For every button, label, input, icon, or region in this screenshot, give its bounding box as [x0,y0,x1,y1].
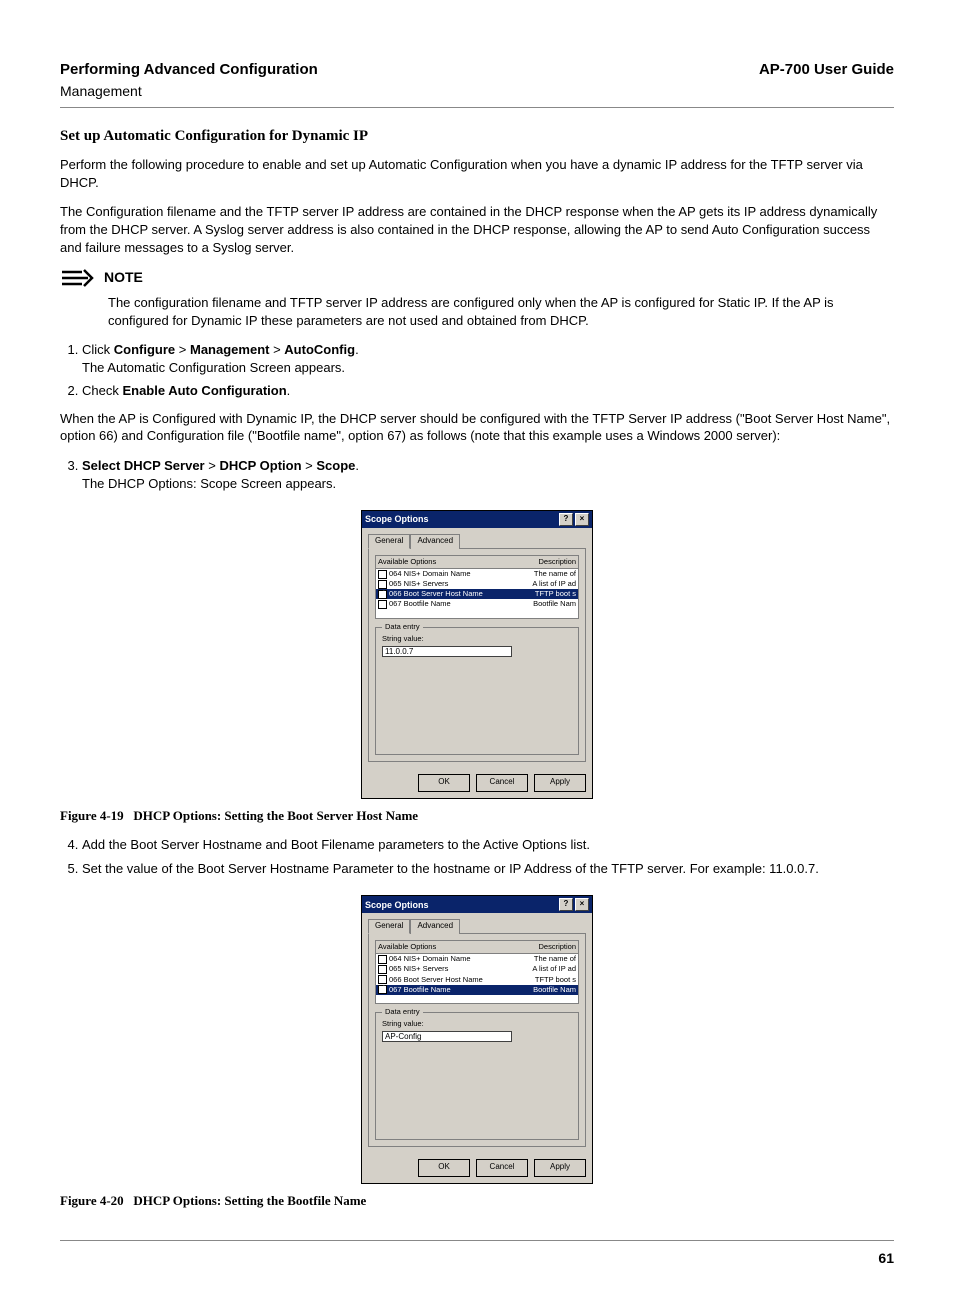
option-row[interactable]: 065 NIS+ Servers A list of IP ad [376,579,578,589]
tab-general[interactable]: General [368,919,410,934]
header-rule [60,107,894,108]
note-label: NOTE [104,268,143,287]
string-value-input[interactable] [382,1031,512,1042]
dialog-title: Scope Options [365,899,429,911]
data-entry-legend: Data entry [382,622,423,632]
ok-button[interactable]: OK [418,1159,470,1177]
col-available: Available Options [378,942,436,952]
header-right-title: AP-700 User Guide [759,60,894,80]
figure-caption-2: Figure 4-20 DHCP Options: Setting the Bo… [60,1192,894,1210]
apply-button[interactable]: Apply [534,774,586,792]
apply-button[interactable]: Apply [534,1159,586,1177]
paragraph-3: When the AP is Configured with Dynamic I… [60,410,894,445]
option-row[interactable]: 067 Bootfile Name Bootfile Nam [376,599,578,609]
string-value-label: String value: [382,1019,572,1029]
header-subhead: Management [60,82,894,101]
option-row[interactable]: 065 NIS+ Servers A list of IP ad [376,964,578,974]
figure-caption-1: Figure 4-19 DHCP Options: Setting the Bo… [60,807,894,825]
tab-general[interactable]: General [368,534,410,549]
cancel-button[interactable]: Cancel [476,774,528,792]
data-entry-legend: Data entry [382,1007,423,1017]
scope-options-dialog-1: Scope Options ? × General Advanced Avail… [361,510,593,799]
step-1: Click Configure > Management > AutoConfi… [82,341,894,376]
scope-options-dialog-2: Scope Options ? × General Advanced Avail… [361,895,593,1184]
note-arrow-icon [60,268,94,288]
paragraph-1: Perform the following procedure to enabl… [60,156,894,191]
cancel-button[interactable]: Cancel [476,1159,528,1177]
footer-rule [60,1240,894,1241]
string-value-input[interactable] [382,646,512,657]
ok-button[interactable]: OK [418,774,470,792]
option-row[interactable]: 064 NIS+ Domain Name The name of [376,954,578,964]
help-button[interactable]: ? [559,898,573,911]
header-left-title: Performing Advanced Configuration [60,60,318,80]
step-3: Select DHCP Server > DHCP Option > Scope… [82,457,894,492]
help-button[interactable]: ? [559,513,573,526]
close-button[interactable]: × [575,513,589,526]
option-row[interactable]: 064 NIS+ Domain Name The name of [376,569,578,579]
available-options-list[interactable]: Available Options Description 064 NIS+ D… [375,555,579,619]
col-description: Description [538,557,576,567]
col-description: Description [538,942,576,952]
section-title: Set up Automatic Configuration for Dynam… [60,126,894,146]
paragraph-2: The Configuration filename and the TFTP … [60,203,894,256]
option-row-selected[interactable]: ✓067 Bootfile Name Bootfile Nam [376,985,578,995]
step-2: Check Enable Auto Configuration. [82,382,894,400]
close-button[interactable]: × [575,898,589,911]
step-5: Set the value of the Boot Server Hostnam… [82,860,894,878]
tab-advanced[interactable]: Advanced [410,919,460,934]
string-value-label: String value: [382,634,572,644]
option-row[interactable]: 066 Boot Server Host Name TFTP boot s [376,975,578,985]
option-row-selected[interactable]: ✓066 Boot Server Host Name TFTP boot s [376,589,578,599]
note-text: The configuration filename and TFTP serv… [108,294,894,329]
col-available: Available Options [378,557,436,567]
dialog-title: Scope Options [365,513,429,525]
tab-advanced[interactable]: Advanced [410,534,460,549]
step-4: Add the Boot Server Hostname and Boot Fi… [82,836,894,854]
page-number: 61 [60,1249,894,1268]
available-options-list[interactable]: Available Options Description 064 NIS+ D… [375,940,579,1004]
